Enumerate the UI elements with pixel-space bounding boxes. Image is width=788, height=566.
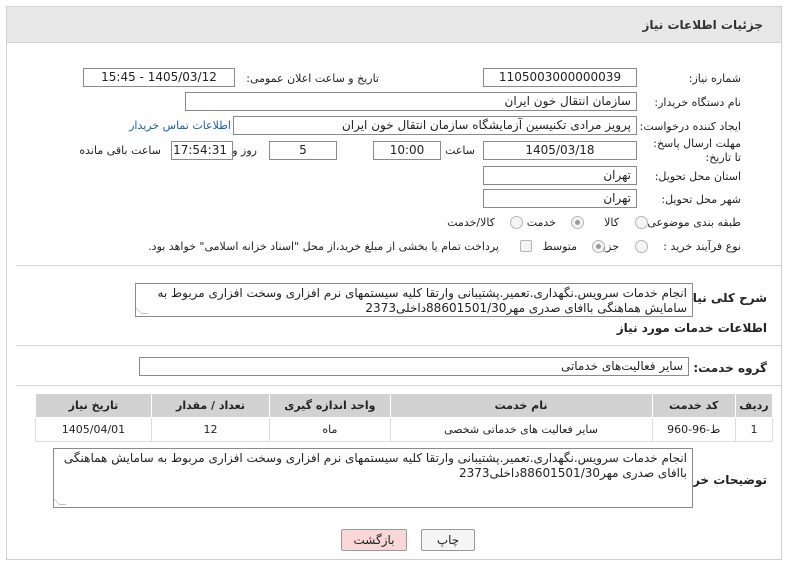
category-label: طبقه بندی موضوعی: <box>643 216 741 229</box>
service-group-field: سایر فعالیت‌های خدماتی <box>139 357 689 376</box>
days-field: 5 <box>269 141 337 160</box>
category-radio-service[interactable] <box>571 216 584 229</box>
delivery-province-label: استان محل تحویل: <box>654 170 741 183</box>
category-radio-goods-service[interactable] <box>510 216 523 229</box>
treasury-payment-note: پرداخت تمام یا بخشی از مبلغ خرید،از محل … <box>148 240 499 253</box>
buyer-org-field: سازمان انتقال خون ایران <box>185 92 637 111</box>
need-details-panel: جزئیات اطلاعات نیاز شماره نیاز: 11050030… <box>6 6 782 560</box>
cell-unit: ماه <box>269 417 391 442</box>
cell-need-date: 1405/04/01 <box>35 417 152 442</box>
delivery-city-field: تهران <box>483 189 637 208</box>
cell-quantity: 12 <box>150 417 271 442</box>
panel-title: جزئیات اطلاعات نیاز <box>642 18 763 32</box>
purchase-type-label: نوع فرآیند خرید : <box>663 240 741 253</box>
treasury-payment-checkbox[interactable] <box>520 240 532 252</box>
cell-row-number: 1 <box>734 417 774 442</box>
remaining-label: ساعت باقی مانده <box>79 144 161 157</box>
days-label: روز و <box>232 144 257 157</box>
need-number-field: 1105003000000039 <box>483 68 637 87</box>
cell-service-name: سایر فعالیت های خدماتی شخصی <box>389 417 653 442</box>
col-service-code: کد خدمت <box>651 393 736 418</box>
buyer-contact-link[interactable]: اطلاعات تماس خریدار <box>129 119 231 132</box>
need-summary-text: انجام خدمات سرویس.نگهداری.تعمیر.پشتیبانی… <box>135 283 693 317</box>
back-button[interactable]: بازگشت <box>341 529 407 551</box>
cell-service-code: ط-96-960 <box>651 417 736 442</box>
need-summary-value: انجام خدمات سرویس.نگهداری.تعمیر.پشتیبانی… <box>157 286 687 315</box>
purchase-radio-minor[interactable] <box>635 240 648 253</box>
requester-field: پرویز مرادی تکنیسین آزمایشگاه سازمان انت… <box>233 116 637 135</box>
buyer-org-label: نام دستگاه خریدار: <box>654 96 741 109</box>
service-group-divider <box>16 345 781 346</box>
col-service-name: نام خدمت <box>389 393 653 418</box>
remaining-time-field: 17:54:31 <box>171 141 233 160</box>
services-section-title: اطلاعات خدمات مورد نیاز <box>616 321 767 335</box>
services-table: ردیف کد خدمت نام خدمت واحد اندازه گیری ت… <box>35 393 774 442</box>
need-number-label: شماره نیاز: <box>688 72 741 85</box>
col-need-date: تاریخ نیاز <box>35 393 152 418</box>
deadline-label: مهلت ارسال پاسخ: تا تاریخ: <box>653 137 741 164</box>
deadline-time-field: 10:00 <box>373 141 441 160</box>
table-row: 1 ط-96-960 سایر فعالیت های خدماتی شخصی م… <box>35 417 774 442</box>
col-unit: واحد اندازه گیری <box>269 393 391 418</box>
buyer-notes-value: انجام خدمات سرویس.نگهداری.تعمیر.پشتیبانی… <box>63 451 687 480</box>
service-group-label: گروه خدمت: <box>693 361 767 375</box>
panel-header: جزئیات اطلاعات نیاز <box>7 7 781 43</box>
resize-grip-icon[interactable] <box>136 307 149 314</box>
purchase-option-medium: متوسط <box>542 240 577 253</box>
buyer-notes-text: انجام خدمات سرویس.نگهداری.تعمیر.پشتیبانی… <box>53 448 693 508</box>
category-radio-goods[interactable] <box>635 216 648 229</box>
delivery-province-field: تهران <box>483 166 637 185</box>
delivery-city-label: شهر محل تحویل: <box>661 193 741 206</box>
table-header-row: ردیف کد خدمت نام خدمت واحد اندازه گیری ت… <box>35 393 774 418</box>
category-option-service: خدمت <box>526 216 556 229</box>
deadline-date-field: 1405/03/18 <box>483 141 637 160</box>
purchase-radio-medium[interactable] <box>592 240 605 253</box>
category-option-goods-service: کالا/خدمت <box>447 216 495 229</box>
announce-datetime-label: تاریخ و ساعت اعلان عمومی: <box>246 72 379 85</box>
category-option-goods: کالا <box>604 216 619 229</box>
deadline-time-label: ساعت <box>445 144 475 157</box>
summary-divider <box>16 265 781 266</box>
resize-grip-icon[interactable] <box>54 498 67 505</box>
announce-datetime-field: 1405/03/12 - 15:45 <box>83 68 235 87</box>
table-divider <box>16 385 781 386</box>
col-quantity: تعداد / مقدار <box>150 393 271 418</box>
requester-label: ایجاد کننده درخواست: <box>639 120 741 133</box>
need-summary-label: شرح کلی نیاز: <box>681 291 767 305</box>
print-button[interactable]: چاپ <box>421 529 475 551</box>
col-row-number: ردیف <box>734 393 774 418</box>
